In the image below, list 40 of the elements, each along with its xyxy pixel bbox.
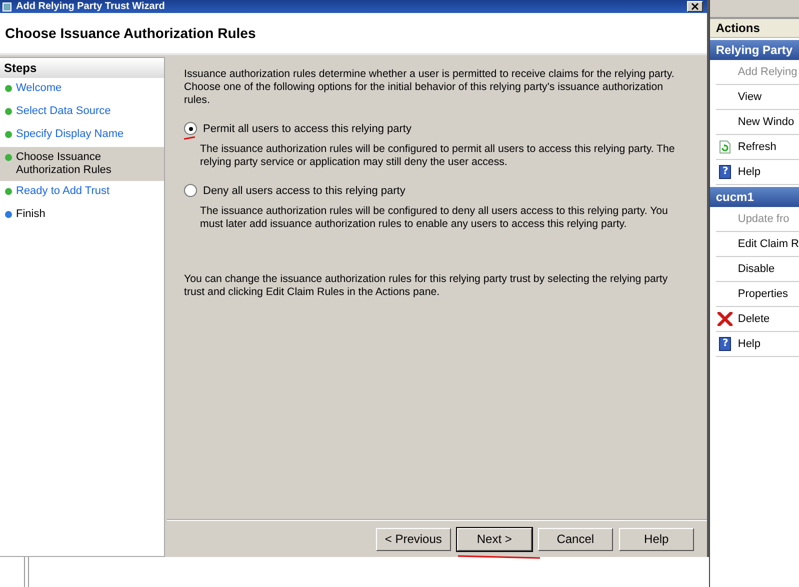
help-icon: ? bbox=[719, 165, 732, 179]
action-item[interactable]: Delete bbox=[738, 313, 770, 325]
delete-icon bbox=[717, 312, 734, 326]
wizard-button[interactable]: Next > bbox=[456, 528, 532, 550]
action-item[interactable]: Properties bbox=[738, 288, 788, 300]
actions-heading: Actions bbox=[710, 19, 799, 38]
wizard-button[interactable]: < Previous bbox=[376, 528, 451, 550]
page-title: Choose Issuance Authorization Rules bbox=[5, 25, 256, 41]
step-label: Choose Issuance Authorization Rules bbox=[16, 151, 112, 177]
refresh-icon bbox=[719, 140, 732, 154]
action-item[interactable]: Help bbox=[738, 166, 760, 178]
wizard-button[interactable]: Cancel bbox=[538, 528, 613, 550]
action-item[interactable]: Disable bbox=[738, 263, 775, 275]
close-button[interactable] bbox=[686, 1, 703, 12]
option-description: The issuance authorization rules will be configured to permit all users to access this relying party. The relying party service or application may still deny the user access. bbox=[200, 143, 676, 169]
step-label: Finish bbox=[16, 208, 46, 221]
wizard-button[interactable]: Help bbox=[618, 528, 694, 550]
step-link[interactable]: Welcome bbox=[16, 82, 62, 95]
actions-section-header[interactable]: cucm1 bbox=[710, 187, 799, 207]
steps-heading: Steps bbox=[0, 58, 164, 78]
radio-button[interactable] bbox=[184, 184, 197, 197]
action-item[interactable]: New Windo bbox=[738, 116, 794, 128]
footnote-text: You can change the issuance authorization rules for this relying party trust by selecting the relying party trust and clicking Edit Claim Rules in the Actions pane. bbox=[184, 273, 669, 299]
intro-text: Issuance authorization rules determine whether a user is permitted to receive claims for the relying party. Choose one of the following options for the initial behavior of this relying party's issuance authorization rules. bbox=[184, 68, 676, 107]
actions-section-header[interactable]: Relying Party bbox=[710, 40, 799, 60]
step-link[interactable]: Ready to Add Trust bbox=[16, 185, 110, 198]
step-link[interactable]: Specify Display Name bbox=[16, 128, 124, 141]
action-item[interactable]: View bbox=[738, 91, 762, 103]
radio-button[interactable] bbox=[184, 122, 197, 135]
radio-label[interactable]: Permit all users to access this relying party bbox=[203, 122, 412, 134]
action-item[interactable]: Refresh bbox=[738, 141, 776, 153]
annotation-stroke bbox=[184, 136, 195, 140]
window-title: Add Relying Party Trust Wizard bbox=[16, 0, 165, 12]
option-description: The issuance authorization rules will be configured to deny all users access to this relying party. You must later add issuance authorization rules to enable any users to access this relying party. bbox=[200, 205, 669, 231]
close-icon bbox=[690, 3, 699, 10]
action-item[interactable]: Edit Claim R bbox=[738, 238, 799, 250]
step-link[interactable]: Select Data Source bbox=[16, 105, 111, 118]
radio-label[interactable]: Deny all users access to this relying party bbox=[203, 184, 406, 196]
help-icon: ? bbox=[719, 337, 732, 351]
action-item[interactable]: Help bbox=[738, 338, 760, 350]
